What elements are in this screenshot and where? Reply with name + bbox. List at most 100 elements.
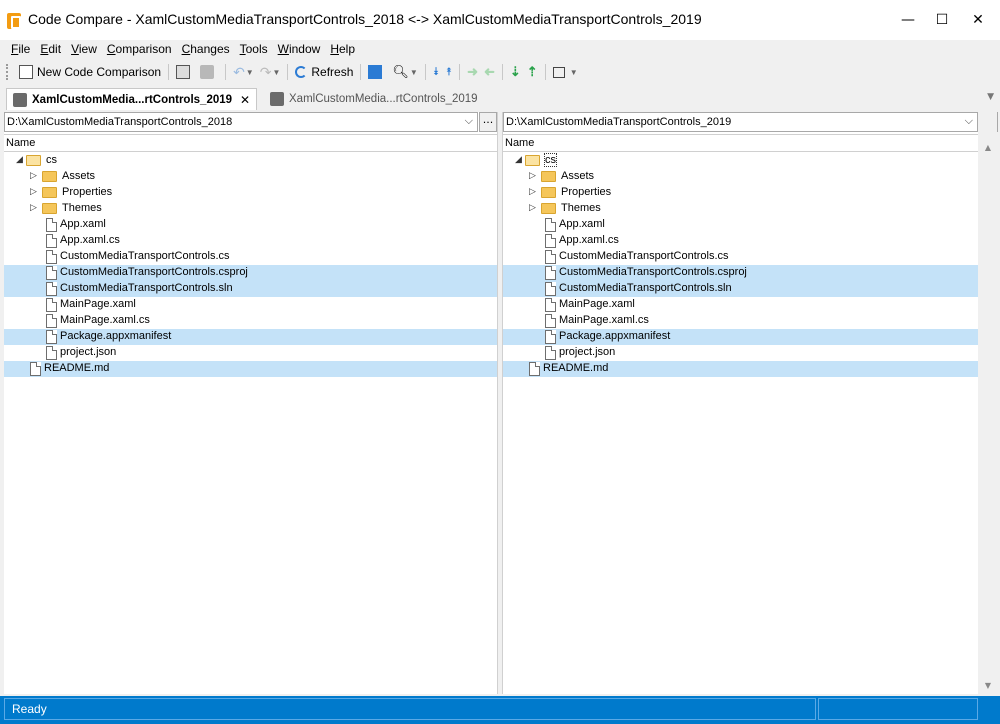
tree-item-label: MainPage.xaml	[60, 298, 136, 310]
right-vertical-scrollbar[interactable]: ▲ ▼	[979, 112, 997, 694]
toolbar-separator	[544, 64, 546, 80]
menu-view[interactable]: View	[66, 40, 102, 60]
tree-item-label: Assets	[62, 170, 96, 182]
tab-overflow-icon[interactable]: ▼	[987, 92, 994, 102]
merge-up-button[interactable]: ⇡	[524, 61, 541, 83]
right-column-header[interactable]: Name	[503, 134, 978, 152]
tree-item-label: App.xaml.cs	[559, 234, 619, 246]
minimize-button[interactable]: —	[890, 6, 926, 34]
tree-item-label: App.xaml	[559, 218, 605, 230]
menu-window[interactable]: Window	[273, 40, 326, 60]
tab-active-comparison[interactable]: XamlCustomMedia...rtControls_2019 ✕	[6, 88, 258, 110]
menu-help[interactable]: Help	[325, 40, 360, 60]
expand-arrow-icon[interactable]: ▷	[30, 186, 37, 197]
tree-row[interactable]: ▷ Properties	[4, 185, 497, 201]
expand-arrow-icon[interactable]: ▷	[529, 202, 536, 213]
tree-row[interactable]: App.xaml	[4, 217, 497, 233]
tab-label: XamlCustomMedia...rtControls_2019	[32, 93, 233, 106]
tree-row[interactable]: Package.appxmanifest	[4, 329, 497, 345]
chevron-down-icon[interactable]: ⌵	[465, 115, 473, 128]
menu-comparison[interactable]: Comparison	[102, 40, 177, 60]
compare-options-button[interactable]	[365, 61, 389, 83]
tree-row[interactable]: CustomMediaTransportControls.cs	[4, 249, 497, 265]
scroll-up-icon[interactable]: ▲	[979, 139, 997, 156]
tree-row[interactable]: ▷ Themes	[503, 201, 978, 217]
menu-tools[interactable]: Tools	[235, 40, 273, 60]
menu-file[interactable]: File	[6, 40, 35, 60]
tab-inactive-comparison[interactable]: XamlCustomMedia...rtControls_2019	[264, 88, 484, 110]
expand-all-button[interactable]: ⯯	[430, 61, 443, 83]
left-path-combobox[interactable]: D:\XamlCustomMediaTransportControls_2018…	[4, 112, 478, 132]
tree-row[interactable]: project.json	[4, 345, 497, 361]
expand-arrow-icon[interactable]: ▷	[529, 186, 536, 197]
redo-icon: ↷	[259, 63, 272, 80]
find-button[interactable]: 🔍︎ ▼	[389, 61, 420, 83]
merge-down-icon: ⇣	[509, 64, 521, 79]
menu-bar: File Edit View Comparison Changes Tools …	[0, 40, 1000, 60]
new-comparison-button[interactable]: New Code Comparison	[16, 61, 164, 83]
left-column-header[interactable]: Name	[4, 134, 497, 152]
chevron-down-icon[interactable]: ⌵	[965, 115, 973, 128]
tree-row[interactable]: project.json	[503, 345, 978, 361]
tree-row[interactable]: MainPage.xaml.cs	[4, 313, 497, 329]
close-tab-icon[interactable]: ✕	[240, 93, 250, 107]
tree-row[interactable]: Package.appxmanifest	[503, 329, 978, 345]
tree-row[interactable]: CustomMediaTransportControls.csproj	[503, 265, 978, 281]
collapse-all-button[interactable]: ⯭	[442, 61, 455, 83]
tree-row[interactable]: ◢ cs	[503, 153, 978, 169]
merge-down-button[interactable]: ⇣	[507, 61, 524, 83]
right-path-combobox[interactable]: D:\XamlCustomMediaTransportControls_2019…	[503, 112, 978, 132]
expand-arrow-icon[interactable]: ▷	[30, 170, 37, 181]
collapse-arrow-icon[interactable]: ◢	[515, 154, 522, 165]
tree-row[interactable]: MainPage.xaml.cs	[503, 313, 978, 329]
folder-icon	[541, 187, 556, 198]
previous-difference-button[interactable]: ➜	[481, 61, 498, 83]
menu-edit[interactable]: Edit	[35, 40, 66, 60]
tree-row[interactable]: ◢ cs	[4, 153, 497, 169]
tree-row[interactable]: App.xaml.cs	[4, 233, 497, 249]
tree-row[interactable]: App.xaml	[503, 217, 978, 233]
refresh-button[interactable]: Refresh	[292, 61, 356, 83]
close-window-button[interactable]: ✕	[960, 6, 996, 34]
tree-item-label: MainPage.xaml	[559, 298, 635, 310]
left-browse-button[interactable]: ...	[479, 112, 497, 132]
menu-changes[interactable]: Changes	[177, 40, 235, 60]
file-icon	[46, 346, 57, 360]
save-icon	[200, 65, 215, 79]
tree-row[interactable]: MainPage.xaml	[503, 297, 978, 313]
tree-row[interactable]: README.md	[503, 361, 978, 377]
next-difference-button[interactable]: ➜	[464, 61, 481, 83]
collapse-all-icon: ⯭	[445, 65, 453, 78]
tree-row[interactable]: ▷ Properties	[503, 185, 978, 201]
tree-row[interactable]: README.md	[4, 361, 497, 377]
tree-row[interactable]: App.xaml.cs	[503, 233, 978, 249]
window-layout-button[interactable]: ▼	[550, 61, 581, 83]
tree-row[interactable]: ▷ Assets	[503, 169, 978, 185]
scroll-down-icon[interactable]: ▼	[979, 677, 997, 694]
save-button[interactable]	[197, 61, 221, 83]
tree-item-label: cs	[544, 153, 557, 167]
expand-arrow-icon[interactable]: ▷	[529, 170, 536, 181]
tree-row[interactable]: ▷ Themes	[4, 201, 497, 217]
tree-row[interactable]: CustomMediaTransportControls.sln	[503, 281, 978, 297]
expand-arrow-icon[interactable]: ▷	[30, 202, 37, 213]
file-icon	[46, 314, 57, 328]
tree-row[interactable]: MainPage.xaml	[4, 297, 497, 313]
file-icon	[545, 218, 556, 232]
tree-row[interactable]: CustomMediaTransportControls.cs	[503, 249, 978, 265]
maximize-button[interactable]: ☐	[924, 6, 960, 34]
undo-button[interactable]: ↶ ▼	[230, 61, 257, 83]
toolbar-grip[interactable]	[6, 64, 10, 80]
file-icon	[46, 298, 57, 312]
tree-row[interactable]: ▷ Assets	[4, 169, 497, 185]
redo-button[interactable]: ↷ ▼	[257, 61, 284, 83]
file-icon	[46, 218, 57, 232]
tree-row[interactable]: CustomMediaTransportControls.csproj	[4, 265, 497, 281]
file-icon	[46, 282, 57, 296]
tree-item-label: Package.appxmanifest	[60, 330, 172, 342]
open-button[interactable]	[173, 61, 197, 83]
tree-item-label: CustomMediaTransportControls.csproj	[559, 266, 747, 278]
collapse-arrow-icon[interactable]: ◢	[16, 154, 23, 165]
tree-row[interactable]: CustomMediaTransportControls.sln	[4, 281, 497, 297]
tree-item-label: Themes	[561, 202, 601, 214]
